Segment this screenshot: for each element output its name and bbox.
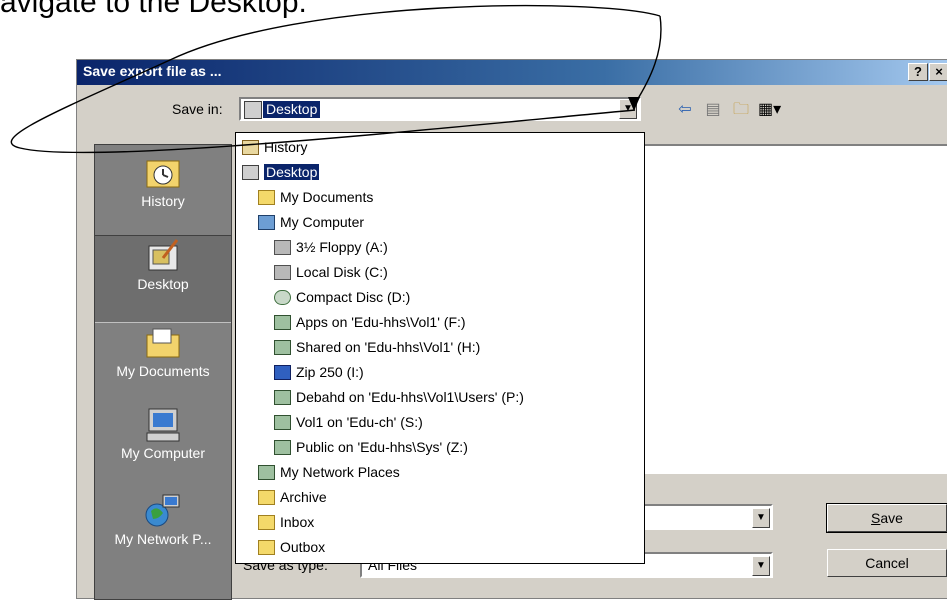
network-places-icon [145, 494, 180, 527]
dropdown-item[interactable]: Archive [258, 487, 327, 507]
view-menu-icon[interactable]: ▦▾ [758, 100, 781, 120]
file-name-dropdown-button[interactable]: ▼ [752, 508, 770, 528]
dropdown-item[interactable]: Apps on 'Edu-hhs\Vol1' (F:) [274, 312, 466, 332]
dropdown-item[interactable]: Public on 'Edu-hhs\Sys' (Z:) [274, 437, 468, 457]
dropdown-item-label: My Network Places [280, 464, 400, 480]
hist-icon [242, 139, 259, 155]
net-icon [274, 339, 291, 355]
dropdown-item[interactable]: Desktop [242, 162, 320, 182]
my-computer-icon [146, 408, 180, 442]
title-bar: Save export file as ... ? × [77, 60, 947, 85]
dropdown-item-label: Inbox [280, 514, 315, 530]
dropdown-item[interactable]: Outbox [258, 537, 325, 557]
back-arrow-icon[interactable]: ⇦ [674, 100, 696, 120]
save-mnemonic: S [871, 510, 881, 526]
place-label: Desktop [137, 276, 189, 292]
dropdown-item-label: 3½ Floppy (A:) [296, 239, 388, 255]
place-label: My Computer [120, 445, 206, 461]
cancel-button[interactable]: Cancel [827, 549, 947, 577]
save-button[interactable]: Save [826, 503, 947, 533]
folder-icon [258, 489, 275, 505]
instruction-caption: avigate to the Desktop. [0, 0, 307, 19]
dropdown-item-label: Public on 'Edu-hhs\Sys' (Z:) [296, 439, 468, 455]
save-in-dropdown-button[interactable]: ▼ [619, 99, 637, 119]
dropdown-item[interactable]: History [242, 137, 308, 157]
cd-icon [274, 289, 291, 305]
net-icon [274, 414, 291, 430]
folder-icon [258, 539, 275, 555]
dropdown-item-label: Outbox [280, 539, 326, 555]
save-in-combo[interactable]: Desktop ▼ [239, 97, 641, 121]
my-documents-icon [146, 328, 180, 358]
dropdown-item-label: My Documents [280, 189, 374, 205]
dropdown-item[interactable]: Shared on 'Edu-hhs\Vol1' (H:) [274, 337, 480, 357]
place-my-documents[interactable]: My Documents [95, 323, 231, 409]
save-in-dropdown-list[interactable]: History Desktop My Documents My Computer 3½ … [235, 132, 645, 564]
dropdown-item-label: Apps on 'Edu-hhs\Vol1' (F:) [296, 314, 466, 330]
folder-icon [258, 189, 275, 205]
net-icon [274, 439, 291, 455]
dropdown-item[interactable]: Local Disk (C:) [274, 262, 388, 282]
dropdown-item-label: Zip 250 (I:) [296, 364, 364, 380]
dropdown-item-label: History [264, 139, 308, 155]
up-folder-icon[interactable]: ▤ [702, 100, 724, 120]
place-my-computer[interactable]: My Computer [95, 405, 231, 491]
desk-icon [242, 164, 259, 180]
dropdown-item[interactable]: Debahd on 'Edu-hhs\Vol1\Users' (P:) [274, 387, 524, 407]
pc-icon [258, 214, 275, 230]
save-in-label: Save in: [172, 101, 223, 117]
dropdown-item[interactable]: My Computer [258, 212, 364, 232]
close-button[interactable]: × [929, 63, 947, 81]
desktop-icon [148, 239, 179, 271]
net-icon [274, 389, 291, 405]
save-in-value: Desktop [263, 101, 321, 118]
dropdown-item-label: Debahd on 'Edu-hhs\Vol1\Users' (P:) [296, 389, 524, 405]
net-icon [258, 464, 275, 480]
place-desktop[interactable]: Desktop [95, 235, 231, 323]
place-label: History [141, 193, 185, 209]
place-network-places[interactable]: My Network P... [95, 491, 231, 577]
dropdown-item-label: My Computer [280, 214, 365, 230]
save-button-rest: ave [880, 510, 903, 526]
help-button[interactable]: ? [908, 63, 928, 81]
dropdown-item[interactable]: Zip 250 (I:) [274, 362, 364, 382]
dropdown-item-label: Shared on 'Edu-hhs\Vol1' (H:) [296, 339, 481, 355]
dropdown-item[interactable]: Inbox [258, 512, 314, 532]
place-label: My Documents [116, 363, 210, 379]
new-folder-icon[interactable]: 🗀 [730, 100, 752, 120]
zip-icon [274, 364, 291, 380]
dropdown-item[interactable]: My Documents [258, 187, 373, 207]
dropdown-item-label: Archive [280, 489, 327, 505]
dropdown-item[interactable]: 3½ Floppy (A:) [274, 237, 388, 257]
place-label: My Network P... [114, 531, 212, 547]
dropdown-item-label: Local Disk (C:) [296, 264, 388, 280]
dropdown-item[interactable]: My Network Places [258, 462, 400, 482]
dropdown-item-label: Desktop [264, 164, 320, 180]
net-icon [274, 314, 291, 330]
folder-icon [258, 514, 275, 530]
drive-icon [274, 239, 291, 255]
dropdown-item-label: Vol1 on 'Edu-ch' (S:) [296, 414, 423, 430]
place-history[interactable]: History [95, 153, 231, 239]
dropdown-item[interactable]: Vol1 on 'Edu-ch' (S:) [274, 412, 423, 432]
save-as-type-dropdown-button[interactable]: ▼ [752, 556, 770, 576]
places-bar: History Desktop My Documents My Computer… [94, 144, 232, 600]
drive-icon [274, 264, 291, 280]
desktop-icon [244, 101, 262, 119]
history-icon [146, 160, 180, 188]
dropdown-item[interactable]: Compact Disc (D:) [274, 287, 410, 307]
dialog-title: Save export file as ... [83, 63, 222, 79]
dropdown-item-label: Compact Disc (D:) [296, 289, 411, 305]
